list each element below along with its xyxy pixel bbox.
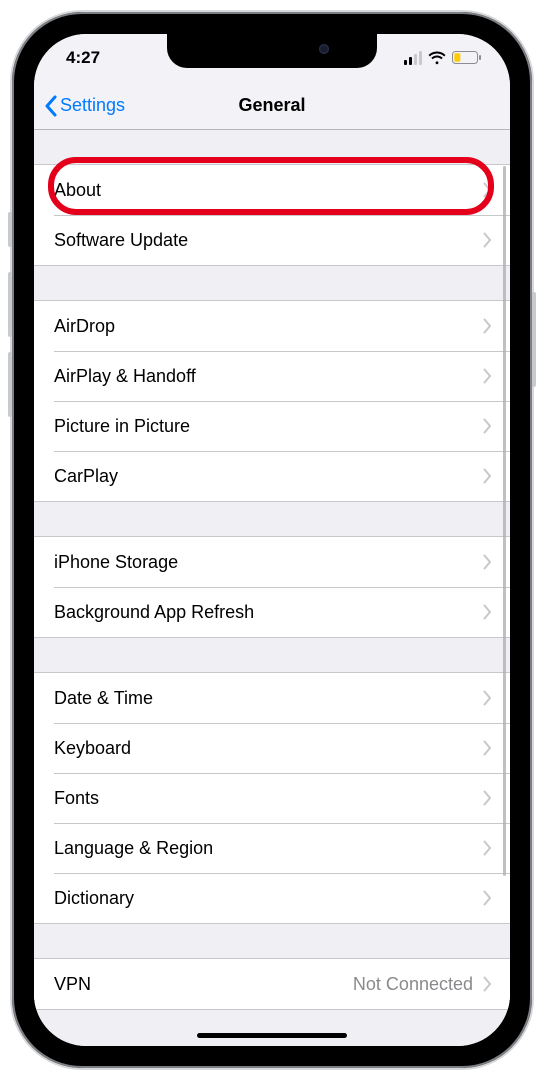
settings-row-airdrop[interactable]: AirDrop — [34, 301, 510, 351]
settings-row-iphone-storage[interactable]: iPhone Storage — [34, 537, 510, 587]
chevron-right-icon — [483, 690, 492, 706]
settings-row-about[interactable]: About — [34, 165, 510, 215]
notch — [167, 34, 377, 68]
status-time: 4:27 — [66, 48, 100, 68]
settings-row-software-update[interactable]: Software Update — [34, 215, 510, 265]
settings-row-dictionary[interactable]: Dictionary — [34, 873, 510, 923]
row-label: CarPlay — [54, 466, 118, 487]
side-button — [532, 292, 536, 387]
chevron-right-icon — [483, 840, 492, 856]
back-label: Settings — [60, 95, 125, 116]
row-label: AirPlay & Handoff — [54, 366, 196, 387]
chevron-right-icon — [483, 976, 492, 992]
chevron-right-icon — [483, 232, 492, 248]
row-label: Date & Time — [54, 688, 153, 709]
row-label: AirDrop — [54, 316, 115, 337]
page-title: General — [238, 95, 305, 116]
chevron-right-icon — [483, 182, 492, 198]
row-label: Background App Refresh — [54, 602, 254, 623]
row-label: Picture in Picture — [54, 416, 190, 437]
chevron-right-icon — [483, 368, 492, 384]
settings-row-fonts[interactable]: Fonts — [34, 773, 510, 823]
row-label: iPhone Storage — [54, 552, 178, 573]
phone-frame: 4:27 — [12, 12, 532, 1068]
row-label: Dictionary — [54, 888, 134, 909]
home-indicator[interactable] — [197, 1033, 347, 1038]
settings-group: iPhone Storage Background App Refresh — [34, 536, 510, 638]
settings-row-background-app-refresh[interactable]: Background App Refresh — [34, 587, 510, 637]
chevron-right-icon — [483, 790, 492, 806]
chevron-right-icon — [483, 604, 492, 620]
battery-icon — [452, 51, 482, 65]
settings-group: VPN Not Connected — [34, 958, 510, 1010]
back-button[interactable]: Settings — [44, 82, 125, 129]
settings-row-date-time[interactable]: Date & Time — [34, 673, 510, 723]
row-label: About — [54, 180, 101, 201]
settings-group: About Software Update — [34, 164, 510, 266]
chevron-right-icon — [483, 890, 492, 906]
wifi-icon — [428, 51, 446, 65]
row-label: Language & Region — [54, 838, 213, 859]
row-value: Not Connected — [353, 974, 473, 995]
settings-row-carplay[interactable]: CarPlay — [34, 451, 510, 501]
row-label: Software Update — [54, 230, 188, 251]
settings-group: AirDrop AirPlay & Handoff Picture in Pictu… — [34, 300, 510, 502]
chevron-right-icon — [483, 554, 492, 570]
settings-group: Date & Time Keyboard Fonts Language & Regio… — [34, 672, 510, 924]
settings-row-vpn[interactable]: VPN Not Connected — [34, 959, 510, 1009]
volume-up-button — [8, 272, 12, 337]
nav-bar: Settings General — [34, 82, 510, 130]
volume-down-button — [8, 352, 12, 417]
chevron-right-icon — [483, 418, 492, 434]
settings-row-keyboard[interactable]: Keyboard — [34, 723, 510, 773]
cellular-signal-icon — [404, 51, 423, 65]
scroll-indicator — [503, 166, 506, 876]
settings-content: About Software Update AirDrop AirPlay & Han… — [34, 130, 510, 1046]
settings-row-language-region[interactable]: Language & Region — [34, 823, 510, 873]
chevron-left-icon — [44, 95, 57, 117]
settings-row-picture-in-picture[interactable]: Picture in Picture — [34, 401, 510, 451]
row-label: VPN — [54, 974, 91, 995]
settings-row-airplay-handoff[interactable]: AirPlay & Handoff — [34, 351, 510, 401]
chevron-right-icon — [483, 318, 492, 334]
row-label: Fonts — [54, 788, 99, 809]
chevron-right-icon — [483, 468, 492, 484]
mute-switch — [8, 212, 12, 247]
row-label: Keyboard — [54, 738, 131, 759]
chevron-right-icon — [483, 740, 492, 756]
